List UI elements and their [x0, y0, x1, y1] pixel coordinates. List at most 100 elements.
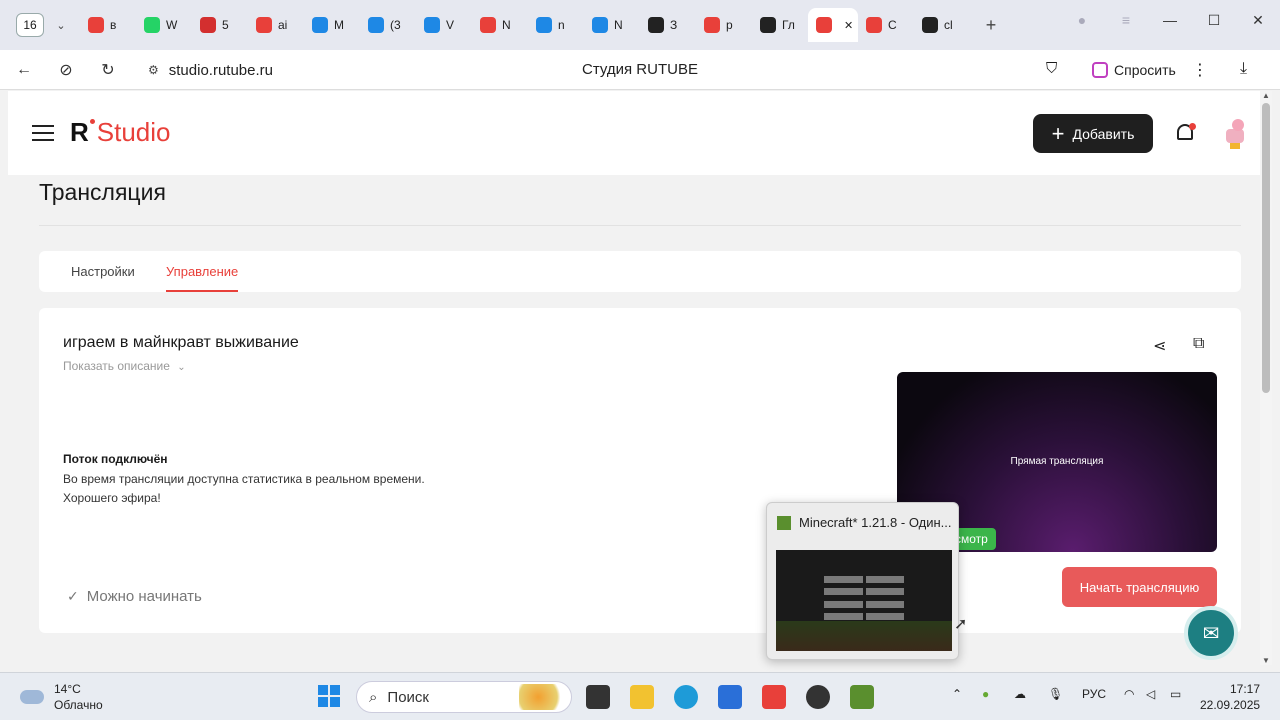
browser-tab-label: в — [110, 18, 117, 32]
browser-tab[interactable]: cl — [914, 8, 970, 42]
tab-management[interactable]: Управление — [166, 264, 238, 279]
browser-tab[interactable]: Гл — [752, 8, 808, 42]
rutube-icon — [816, 17, 832, 33]
clock-time: 17:17 — [1229, 682, 1260, 696]
browser-tab[interactable]: N — [584, 8, 640, 42]
bookmark-icon[interactable]: ⛉ — [1046, 60, 1057, 77]
obs-icon[interactable] — [806, 685, 830, 709]
reload-icon[interactable]: ↻ — [90, 52, 126, 88]
browser-tab[interactable]: 5 — [192, 8, 248, 42]
avatar[interactable] — [1224, 119, 1250, 153]
yandex-icon — [480, 17, 496, 33]
browser-tab[interactable]: З — [640, 8, 696, 42]
minecraft-taskbar-icon[interactable] — [850, 685, 874, 709]
browser-tab-label: Гл — [782, 18, 795, 32]
download-icon — [648, 17, 664, 33]
search-icon: ⌕ — [369, 688, 378, 706]
maximize-icon[interactable]: ☐ — [1192, 0, 1236, 40]
add-label: Добавить — [1072, 125, 1135, 142]
scrollbar-thumb[interactable] — [1262, 103, 1270, 393]
browser-tab[interactable]: C — [858, 8, 914, 42]
share-icon[interactable]: ⋖ — [1153, 336, 1166, 356]
store-icon[interactable] — [718, 685, 742, 709]
weather-widget[interactable]: 14°C Облачно — [20, 681, 103, 713]
docs-icon — [536, 17, 552, 33]
tray-app-icon[interactable]: ● — [982, 687, 989, 701]
close-tab-icon[interactable]: ✕ — [844, 19, 853, 32]
task-view-icon[interactable] — [586, 685, 610, 709]
window-controls: ● ≡ — ☐ ✕ — [1060, 0, 1280, 40]
microphone-icon[interactable]: 🎙 — [1048, 687, 1063, 701]
browser-tab[interactable]: в — [80, 8, 136, 42]
more-menu-icon[interactable]: ⋮ — [1192, 60, 1208, 80]
browser-tab[interactable]: N — [472, 8, 528, 42]
thumbnail-preview[interactable] — [776, 550, 952, 651]
show-description-link[interactable]: Показать описание ⌄ — [63, 359, 186, 373]
volume-icon[interactable]: ◁ — [1146, 687, 1155, 701]
ready-indicator: ✓ Можно начинать — [67, 588, 202, 605]
tab-count-button[interactable]: 16 — [16, 13, 44, 37]
studio-header: R Studio + Добавить — [8, 91, 1260, 175]
menu-icon[interactable] — [32, 125, 54, 141]
tab-search-icon[interactable]: ≡ — [1104, 0, 1148, 40]
yandex-browser-icon[interactable] — [762, 685, 786, 709]
battery-icon[interactable]: ▭ — [1170, 687, 1181, 701]
chat-icon — [368, 17, 384, 33]
browser-tab[interactable]: V — [416, 8, 472, 42]
notifications-bell-icon[interactable] — [1174, 123, 1196, 145]
game-menu-preview — [824, 576, 904, 622]
browser-tab[interactable]: p — [696, 8, 752, 42]
language-indicator[interactable]: РУС — [1082, 687, 1106, 701]
wifi-icon[interactable]: ◠ — [1124, 687, 1134, 701]
new-tab-button[interactable]: + — [978, 12, 1004, 38]
taskbar-search[interactable]: ⌕ Поиск — [356, 681, 572, 713]
browser-tab[interactable]: (3 — [360, 8, 416, 42]
downloads-icon[interactable]: ⤓ — [1240, 60, 1247, 78]
file-explorer-icon[interactable] — [630, 685, 654, 709]
browser-tab[interactable]: ai — [248, 8, 304, 42]
section-tabs: Настройки Управление — [39, 251, 1241, 292]
stream-title: играем в майнкравт выживание — [63, 334, 299, 351]
windows-start-icon[interactable] — [318, 685, 340, 707]
minecraft-icon — [777, 515, 791, 530]
scroll-up-icon[interactable]: ▲ — [1262, 91, 1270, 100]
tray-network-app-icon[interactable]: ☁ — [1014, 687, 1026, 701]
alice-icon — [1092, 62, 1108, 78]
logo-studio-text: Studio — [96, 117, 171, 147]
scroll-down-icon[interactable]: ▼ — [1262, 656, 1270, 665]
browser-tab-label: V — [446, 18, 455, 32]
support-chat-button[interactable]: ✉ — [1184, 606, 1238, 660]
check-icon: ✓ — [67, 588, 79, 604]
thumbnail-title-text: Minecraft* 1.21.8 - Один... — [799, 515, 952, 530]
back-icon[interactable]: ← — [6, 52, 42, 88]
yandex-home-icon[interactable]: ⊘ — [48, 52, 84, 88]
external-link-icon[interactable]: ⧉ — [1193, 335, 1204, 353]
tab-list: в W 5 ai M (3 V Nn N Зp Гл ✕ Ccl — [80, 8, 970, 42]
url-field[interactable]: ⚙ studio.rutube.ru — [148, 56, 1078, 84]
profile-icon[interactable]: ● — [1060, 0, 1104, 40]
browser-tab-label: M — [334, 18, 344, 32]
system-clock[interactable]: 17:17 22.09.2025 — [1200, 681, 1260, 713]
tray-overflow-icon[interactable]: ⌃ — [952, 687, 962, 701]
browser-tab[interactable]: ✕ — [808, 8, 858, 42]
tab-list-chevron-icon[interactable]: ⌄ — [48, 13, 74, 37]
taskbar-thumbnail-popup[interactable]: Minecraft* 1.21.8 - Один... — [766, 502, 959, 660]
close-window-icon[interactable]: ✕ — [1236, 0, 1280, 40]
browser-tab[interactable]: n — [528, 8, 584, 42]
windows-taskbar: 14°C Облачно ⌕ Поиск ⌃ ● ☁ 🎙 РУС ◠ ◁ ▭ 1… — [0, 672, 1280, 720]
browser-tab-label: З — [670, 18, 678, 32]
status-text-2: Хорошего эфира! — [63, 491, 161, 505]
tab-settings[interactable]: Настройки — [71, 264, 135, 279]
ask-button[interactable]: Спросить — [1092, 56, 1176, 84]
site-info-icon[interactable]: ⚙ — [148, 63, 159, 77]
start-stream-button[interactable]: Начать трансляцию — [1062, 567, 1217, 607]
browser-tab[interactable]: M — [304, 8, 360, 42]
add-button[interactable]: + Добавить — [1033, 114, 1153, 153]
edge-icon[interactable] — [674, 685, 698, 709]
search-highlight-icon — [519, 684, 567, 710]
browser-tab[interactable]: W — [136, 8, 192, 42]
minimize-icon[interactable]: — — [1148, 0, 1192, 40]
studio-logo[interactable]: R Studio — [70, 117, 171, 148]
page-scrollbar[interactable]: ▲ ▼ — [1260, 91, 1272, 665]
browser-tab-label: W — [166, 18, 178, 32]
